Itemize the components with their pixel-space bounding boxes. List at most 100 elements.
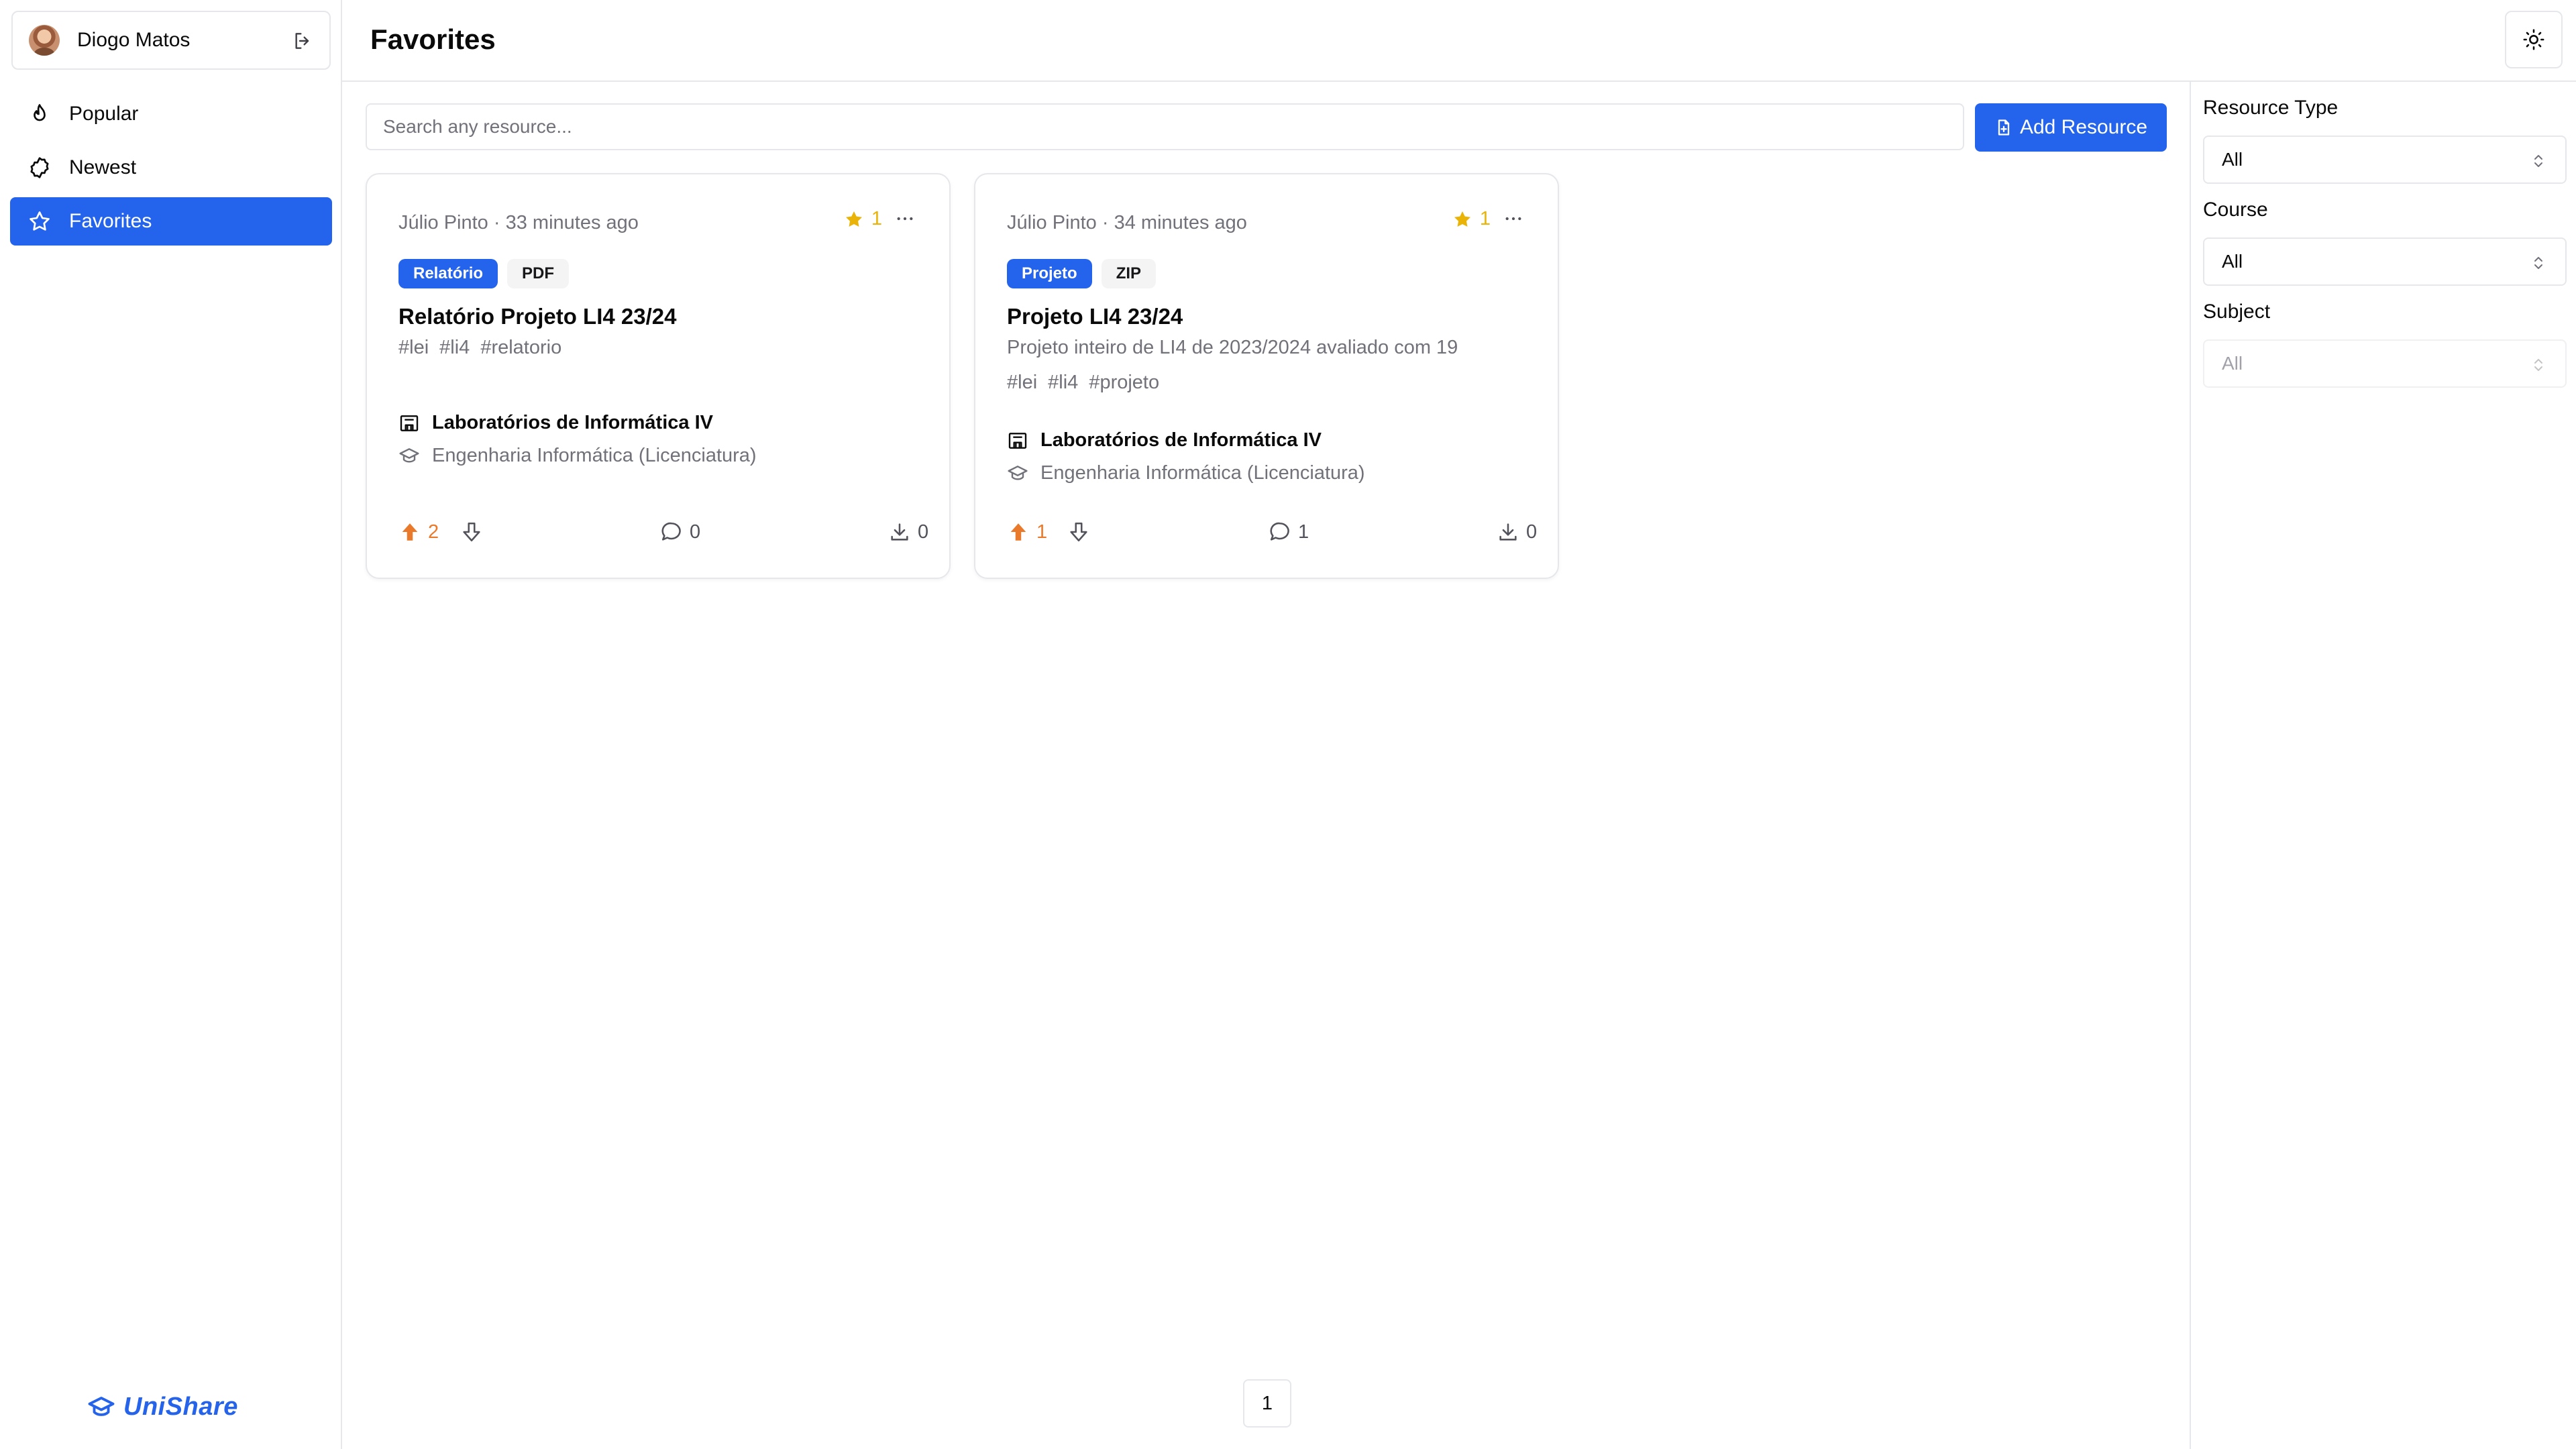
favorite-toggle[interactable]: 1 [843,208,882,230]
hashtag: #lei [1007,372,1038,393]
sidebar-item-label: Newest [69,156,137,178]
card-time: 34 minutes ago [1114,212,1247,233]
sidebar-item-label: Favorites [69,210,152,232]
add-resource-button[interactable]: Add Resource [1975,103,2167,152]
subject-label: Subject [2203,301,2271,323]
user-menu[interactable]: Diogo Matos [11,11,331,70]
subject-select[interactable]: All [2203,339,2567,388]
star-icon [30,211,50,231]
presentation-icon [400,415,419,431]
comments-stat[interactable]: 0 [660,521,700,543]
resource-card[interactable]: Júlio Pinto · 33 minutes ago 1 Relatório… [366,173,951,579]
brand-name: UniShare [123,1393,238,1421]
subject-name: Laboratórios de Informática IV [432,412,713,433]
upvote-count: 2 [428,521,439,543]
subject-value: All [2222,353,2243,374]
comments-stat[interactable]: 1 [1269,521,1309,543]
favorite-count: 1 [871,208,882,229]
more-options-icon[interactable] [894,208,916,229]
card-title: Relatório Projeto LI4 23/24 [398,304,677,329]
logout-icon[interactable] [292,30,313,52]
card-hashtags: #lei #li4 #projeto [1007,372,1170,394]
upvote-button[interactable]: 2 [398,521,439,543]
sidebar-item-newest[interactable]: Newest [10,144,332,192]
star-filled-icon [845,211,862,227]
page-header: Favorites [342,0,2576,82]
course-name: Engenharia Informática (Licenciatura) [432,445,757,466]
sidebar-nav: Popular Newest Favorites [10,90,332,251]
chevron-up-down-icon [2534,155,2542,167]
hashtag: #li4 [1048,372,1079,393]
file-type-badge: PDF [507,259,570,288]
arrow-down-icon [1070,522,1087,542]
file-plus-icon [1998,119,2010,136]
card-tags: Projeto ZIP [1007,259,1165,288]
hashtag: #projeto [1089,372,1160,393]
card-subject: Laboratórios de Informática IV [1007,429,1322,451]
graduation-cap-icon [1008,465,1028,480]
page-title: Favorites [370,23,496,55]
download-icon [1499,523,1517,541]
card-author: Júlio Pinto [1007,212,1097,233]
upvote-button[interactable]: 1 [1007,521,1047,543]
favorite-count: 1 [1479,208,1491,229]
download-count: 0 [1526,521,1538,543]
downvote-button[interactable] [1067,521,1097,543]
sun-icon [2523,29,2544,50]
brand-logo[interactable]: UniShare [87,1393,238,1421]
favorite-toggle[interactable]: 1 [1452,208,1491,230]
filters-panel: Resource Type All Course All Subject All [2190,82,2576,1449]
app-root: Diogo Matos Popular Newest Favorites Uni… [0,0,2576,1449]
star-filled-icon [1454,211,1470,227]
course-label: Course [2203,199,2268,221]
sidebar: Diogo Matos Popular Newest Favorites Uni… [0,0,342,1449]
card-stats: 1 1 0 [1007,521,1537,547]
course-select[interactable]: All [2203,237,2567,286]
chevron-up-down-icon [2534,359,2542,371]
subject-name: Laboratórios de Informática IV [1040,429,1322,451]
search-input[interactable] [366,103,1964,150]
course-name: Engenharia Informática (Licenciatura) [1040,462,1365,484]
more-options-icon[interactable] [1503,208,1524,229]
pagination-page-button[interactable]: 1 [1243,1379,1291,1428]
card-course: Engenharia Informática (Licenciatura) [1007,462,1365,484]
graduation-cap-icon [88,1396,115,1416]
hashtag: #relatorio [480,337,562,358]
resource-type-badge: Relatório [398,259,498,288]
presentation-icon [1008,432,1027,449]
card-subject: Laboratórios de Informática IV [398,412,713,434]
download-button[interactable]: 0 [888,521,928,543]
card-time: 33 minutes ago [505,212,639,233]
comment-count: 0 [690,521,701,543]
comment-icon [661,522,681,541]
comment-icon [1270,522,1289,541]
sidebar-item-popular[interactable]: Popular [10,90,332,138]
card-meta: Júlio Pinto · 34 minutes ago [1007,212,1247,233]
downvote-button[interactable] [460,521,490,543]
sidebar-item-label: Popular [69,103,139,125]
download-button[interactable]: 0 [1497,521,1537,543]
sidebar-item-favorites[interactable]: Favorites [10,197,332,246]
chevron-up-down-icon [2534,257,2542,269]
arrow-up-filled-icon [402,523,418,541]
card-author: Júlio Pinto [398,212,488,233]
card-description: Projeto inteiro de LI4 de 2023/2024 aval… [1007,337,1458,358]
theme-toggle-button[interactable] [2505,11,2563,68]
upvote-count: 1 [1036,521,1048,543]
avatar [29,25,60,56]
resource-type-value: All [2222,149,2243,170]
graduation-cap-icon [399,447,419,463]
card-hashtags: #lei #li4 #relatorio [398,337,572,359]
arrow-up-filled-icon [1010,523,1026,541]
arrow-down-icon [463,522,480,542]
resource-type-select[interactable]: All [2203,136,2567,184]
resource-card[interactable]: Júlio Pinto · 34 minutes ago 1 Projeto Z… [974,173,1559,579]
comment-count: 1 [1298,521,1309,543]
card-stats: 2 0 0 [398,521,928,547]
card-title: Projeto LI4 23/24 [1007,304,1183,329]
user-name: Diogo Matos [77,29,191,51]
add-resource-label: Add Resource [2019,116,2148,138]
card-tags: Relatório PDF [398,259,578,288]
hashtag: #lei [398,337,429,358]
resource-type-badge: Projeto [1007,259,1092,288]
